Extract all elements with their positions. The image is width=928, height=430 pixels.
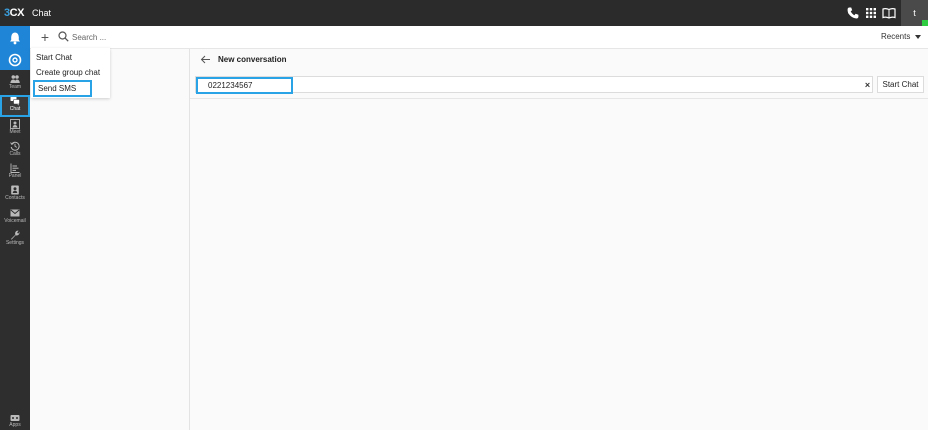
rail-item-meet[interactable]: Meet (0, 118, 30, 140)
rail-item-chat[interactable]: Chat (0, 95, 30, 117)
help-lifebuoy-icon[interactable] (8, 53, 22, 67)
rail-item-team[interactable]: Team (0, 73, 30, 95)
menu-item-create-group-chat[interactable]: Create group chat (36, 68, 100, 77)
rail-item-panel[interactable]: Panel (0, 162, 30, 184)
conversation-header: New conversation (190, 49, 928, 71)
bell-icon[interactable] (8, 31, 22, 45)
recents-dropdown[interactable]: Recents (881, 32, 922, 41)
history-icon (10, 141, 20, 151)
wrench-icon (11, 230, 20, 240)
menu-item-send-sms[interactable]: Send SMS (33, 80, 93, 97)
app-title: Chat (32, 8, 52, 18)
search-icon (58, 31, 69, 42)
book-icon[interactable] (882, 6, 896, 20)
new-chat-menu: Start Chat Create group chat Send SMS (31, 48, 110, 98)
rail-item-voicemail[interactable]: Voicemail (0, 207, 30, 229)
meet-icon (10, 119, 20, 129)
start-chat-button[interactable]: Start Chat (877, 76, 924, 93)
conversation-title: New conversation (218, 55, 287, 64)
top-bar: 3CX Chat t (0, 0, 928, 26)
recipient-field-row: × (195, 76, 873, 94)
rail-item-calls[interactable]: Calls (0, 140, 30, 162)
rail-item-settings[interactable]: Settings (0, 229, 30, 251)
apps-icon (10, 415, 20, 421)
phone-icon[interactable] (846, 6, 860, 20)
chat-icon (10, 96, 20, 106)
rail-item-contacts[interactable]: Contacts (0, 184, 30, 206)
3cx-logo[interactable]: 3CX (4, 7, 24, 19)
recipient-number-input[interactable] (196, 77, 293, 94)
rail-top-section (0, 26, 30, 70)
clear-recipient-button[interactable]: × (863, 79, 872, 91)
back-arrow-icon[interactable] (200, 54, 211, 65)
contacts-icon (11, 185, 19, 195)
header-divider (190, 98, 928, 99)
panel-icon (10, 163, 20, 173)
search-bar: + Recents (30, 26, 928, 49)
user-avatar[interactable]: t (901, 0, 928, 26)
dialpad-icon[interactable] (864, 6, 878, 20)
rail-item-apps[interactable]: Apps (0, 412, 30, 430)
chevron-down-icon (915, 34, 922, 39)
new-chat-plus-button[interactable]: + (38, 29, 52, 45)
nav-rail: Team Chat Meet Calls Panel Contacts Voic… (0, 26, 30, 430)
search-input[interactable] (72, 30, 372, 44)
team-icon (10, 75, 20, 83)
menu-item-start-chat[interactable]: Start Chat (36, 53, 72, 62)
voicemail-icon (10, 209, 20, 217)
